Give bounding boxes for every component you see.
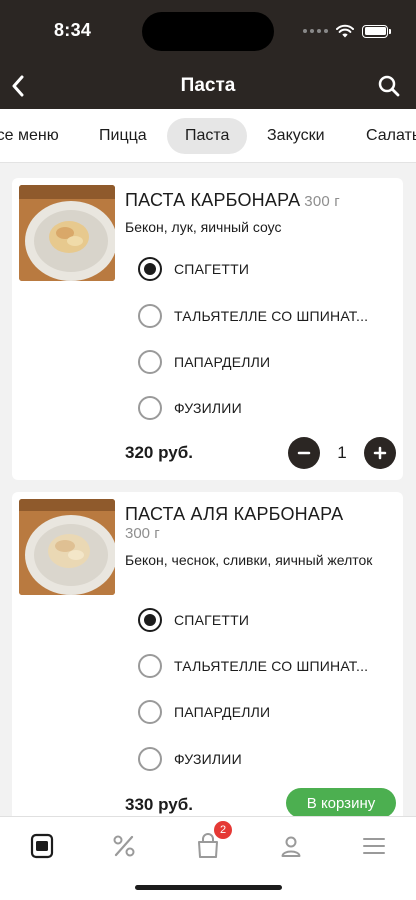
tab-more[interactable] [356,829,392,863]
product-weight: 300 г [304,193,340,210]
product-title: ПАСТА КАРБОНАРА 300 г [125,190,340,210]
product-card: ПАСТА АЛЯ КАРБОНАРА 300 г Бекон, чеснок,… [12,492,403,822]
tab-salads[interactable]: Салаты [366,118,416,154]
product-description: Бекон, чеснок, сливки, яичный желток [125,552,373,568]
option-pappardelle[interactable]: ПАПАРДЕЛЛИ [138,350,270,374]
option-label: ТАЛЬЯТЕЛЛЕ СО ШПИНАТ... [174,308,369,324]
option-spaghetti[interactable]: СПАГЕТТИ [138,608,249,632]
option-label: ФУЗИЛИИ [174,751,242,767]
category-tabs: Все меню Пицца Паста Закуски Салаты [0,109,416,163]
radio-button[interactable] [138,700,162,724]
product-title: ПАСТА АЛЯ КАРБОНАРА [125,504,344,524]
quantity-value: 1 [337,443,347,462]
wifi-icon [336,24,354,38]
product-price: 320 руб. [125,443,193,462]
percent-icon [113,835,135,857]
profile-icon [281,836,301,857]
option-pappardelle[interactable]: ПАПАРДЕЛЛИ [138,700,270,724]
option-fusilli[interactable]: ФУЗИЛИИ [138,396,242,420]
radio-button[interactable] [138,608,162,632]
search-icon [378,75,400,97]
option-label: СПАГЕТТИ [174,261,250,277]
option-label: ФУЗИЛИИ [174,400,242,416]
tab-cart[interactable]: 2 [190,821,232,863]
add-to-cart-button[interactable]: В корзину [286,788,396,818]
app-header: 8:34 Паста [0,0,416,109]
tab-profile[interactable] [273,829,309,863]
option-label: ПАПАРДЕЛЛИ [174,354,271,370]
product-weight: 300 г [125,525,160,542]
tab-pizza[interactable]: Пицца [99,118,147,154]
tab-pasta[interactable]: Паста [167,118,248,154]
option-fusilli[interactable]: ФУЗИЛИИ [138,747,242,771]
page-title: Паста [180,75,236,96]
option-tagliatelle[interactable]: ТАЛЬЯТЕЛЛЕ СО ШПИНАТ... [138,654,368,678]
radio-button[interactable] [138,654,162,678]
hamburger-icon [363,838,385,854]
radio-button[interactable] [138,747,162,771]
battery-icon [362,24,391,38]
decrease-quantity-button[interactable] [288,437,320,469]
radio-button[interactable] [138,350,162,374]
status-icons [303,24,391,38]
search-button[interactable] [376,72,402,100]
product-description: Бекон, лук, яичный соус [125,219,282,235]
tab-snacks[interactable]: Закуски [267,118,325,154]
radio-button[interactable] [138,257,162,281]
radio-button[interactable] [138,304,162,328]
dynamic-island [142,12,274,51]
minus-icon [297,451,311,455]
product-card: ПАСТА КАРБОНАРА 300 г Бекон, лук, яичный … [12,178,403,480]
radio-button[interactable] [138,396,162,420]
status-time: 8:34 [54,20,92,40]
option-tagliatelle[interactable]: ТАЛЬЯТЕЛЛЕ СО ШПИНАТ... [138,304,368,328]
increase-quantity-button[interactable] [364,437,396,469]
plus-icon [373,446,387,460]
tab-all-menu[interactable]: Все меню [0,118,59,154]
option-label: ПАПАРДЕЛЛИ [174,704,271,720]
cart-count-badge: 2 [214,821,232,839]
menu-book-icon [30,833,54,859]
option-spaghetti[interactable]: СПАГЕТТИ [138,257,249,281]
home-indicator [135,885,282,890]
cellular-signal-icon [303,29,328,33]
tab-promotions[interactable] [106,829,142,863]
product-image[interactable] [19,185,115,281]
product-image[interactable] [19,499,115,595]
option-label: ТАЛЬЯТЕЛЛЕ СО ШПИНАТ... [174,658,369,674]
product-price: 330 руб. [125,795,193,814]
tab-menu[interactable] [24,829,60,863]
option-label: СПАГЕТТИ [174,612,250,628]
